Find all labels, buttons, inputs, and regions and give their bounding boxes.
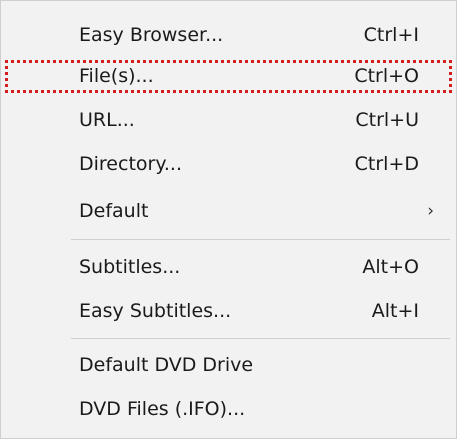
menu-item-subtitles[interactable]: Subtitles... Alt+O bbox=[1, 247, 457, 287]
menu-item-label: DVD Files (.IFO)... bbox=[79, 398, 246, 420]
menu-item-files[interactable]: File(s)... Ctrl+O bbox=[1, 56, 457, 96]
menu-item-dvd-files[interactable]: DVD Files (.IFO)... bbox=[1, 389, 457, 429]
chevron-right-icon: › bbox=[427, 201, 434, 221]
menu-item-shortcut: Ctrl+I bbox=[363, 24, 419, 46]
context-menu: Easy Browser... Ctrl+I File(s)... Ctrl+O… bbox=[0, 0, 457, 439]
menu-item-label: Default DVD Drive bbox=[79, 354, 254, 376]
menu-item-label: URL... bbox=[79, 109, 135, 131]
menu-item-label: Easy Subtitles... bbox=[79, 300, 232, 322]
menu-item-shortcut: Ctrl+D bbox=[354, 153, 419, 175]
menu-item-shortcut: Alt+O bbox=[362, 256, 419, 278]
menu-item-label: Easy Browser... bbox=[79, 24, 224, 46]
menu-item-url[interactable]: URL... Ctrl+U bbox=[1, 100, 457, 140]
menu-item-shortcut: Ctrl+O bbox=[354, 65, 419, 87]
menu-separator bbox=[71, 338, 450, 339]
menu-item-label: Directory... bbox=[79, 153, 182, 175]
menu-item-default[interactable]: Default › bbox=[1, 191, 457, 231]
menu-item-shortcut: Ctrl+U bbox=[355, 109, 419, 131]
menu-item-directory[interactable]: Directory... Ctrl+D bbox=[1, 144, 457, 184]
menu-item-label: File(s)... bbox=[79, 65, 154, 87]
menu-item-label: Subtitles... bbox=[79, 256, 181, 278]
menu-separator bbox=[71, 239, 450, 240]
menu-item-label: Default bbox=[79, 200, 149, 222]
menu-item-default-dvd-drive[interactable]: Default DVD Drive bbox=[1, 345, 457, 385]
menu-item-easy-browser[interactable]: Easy Browser... Ctrl+I bbox=[1, 15, 457, 55]
menu-item-easy-subtitles[interactable]: Easy Subtitles... Alt+I bbox=[1, 291, 457, 331]
menu-item-shortcut: Alt+I bbox=[371, 300, 419, 322]
